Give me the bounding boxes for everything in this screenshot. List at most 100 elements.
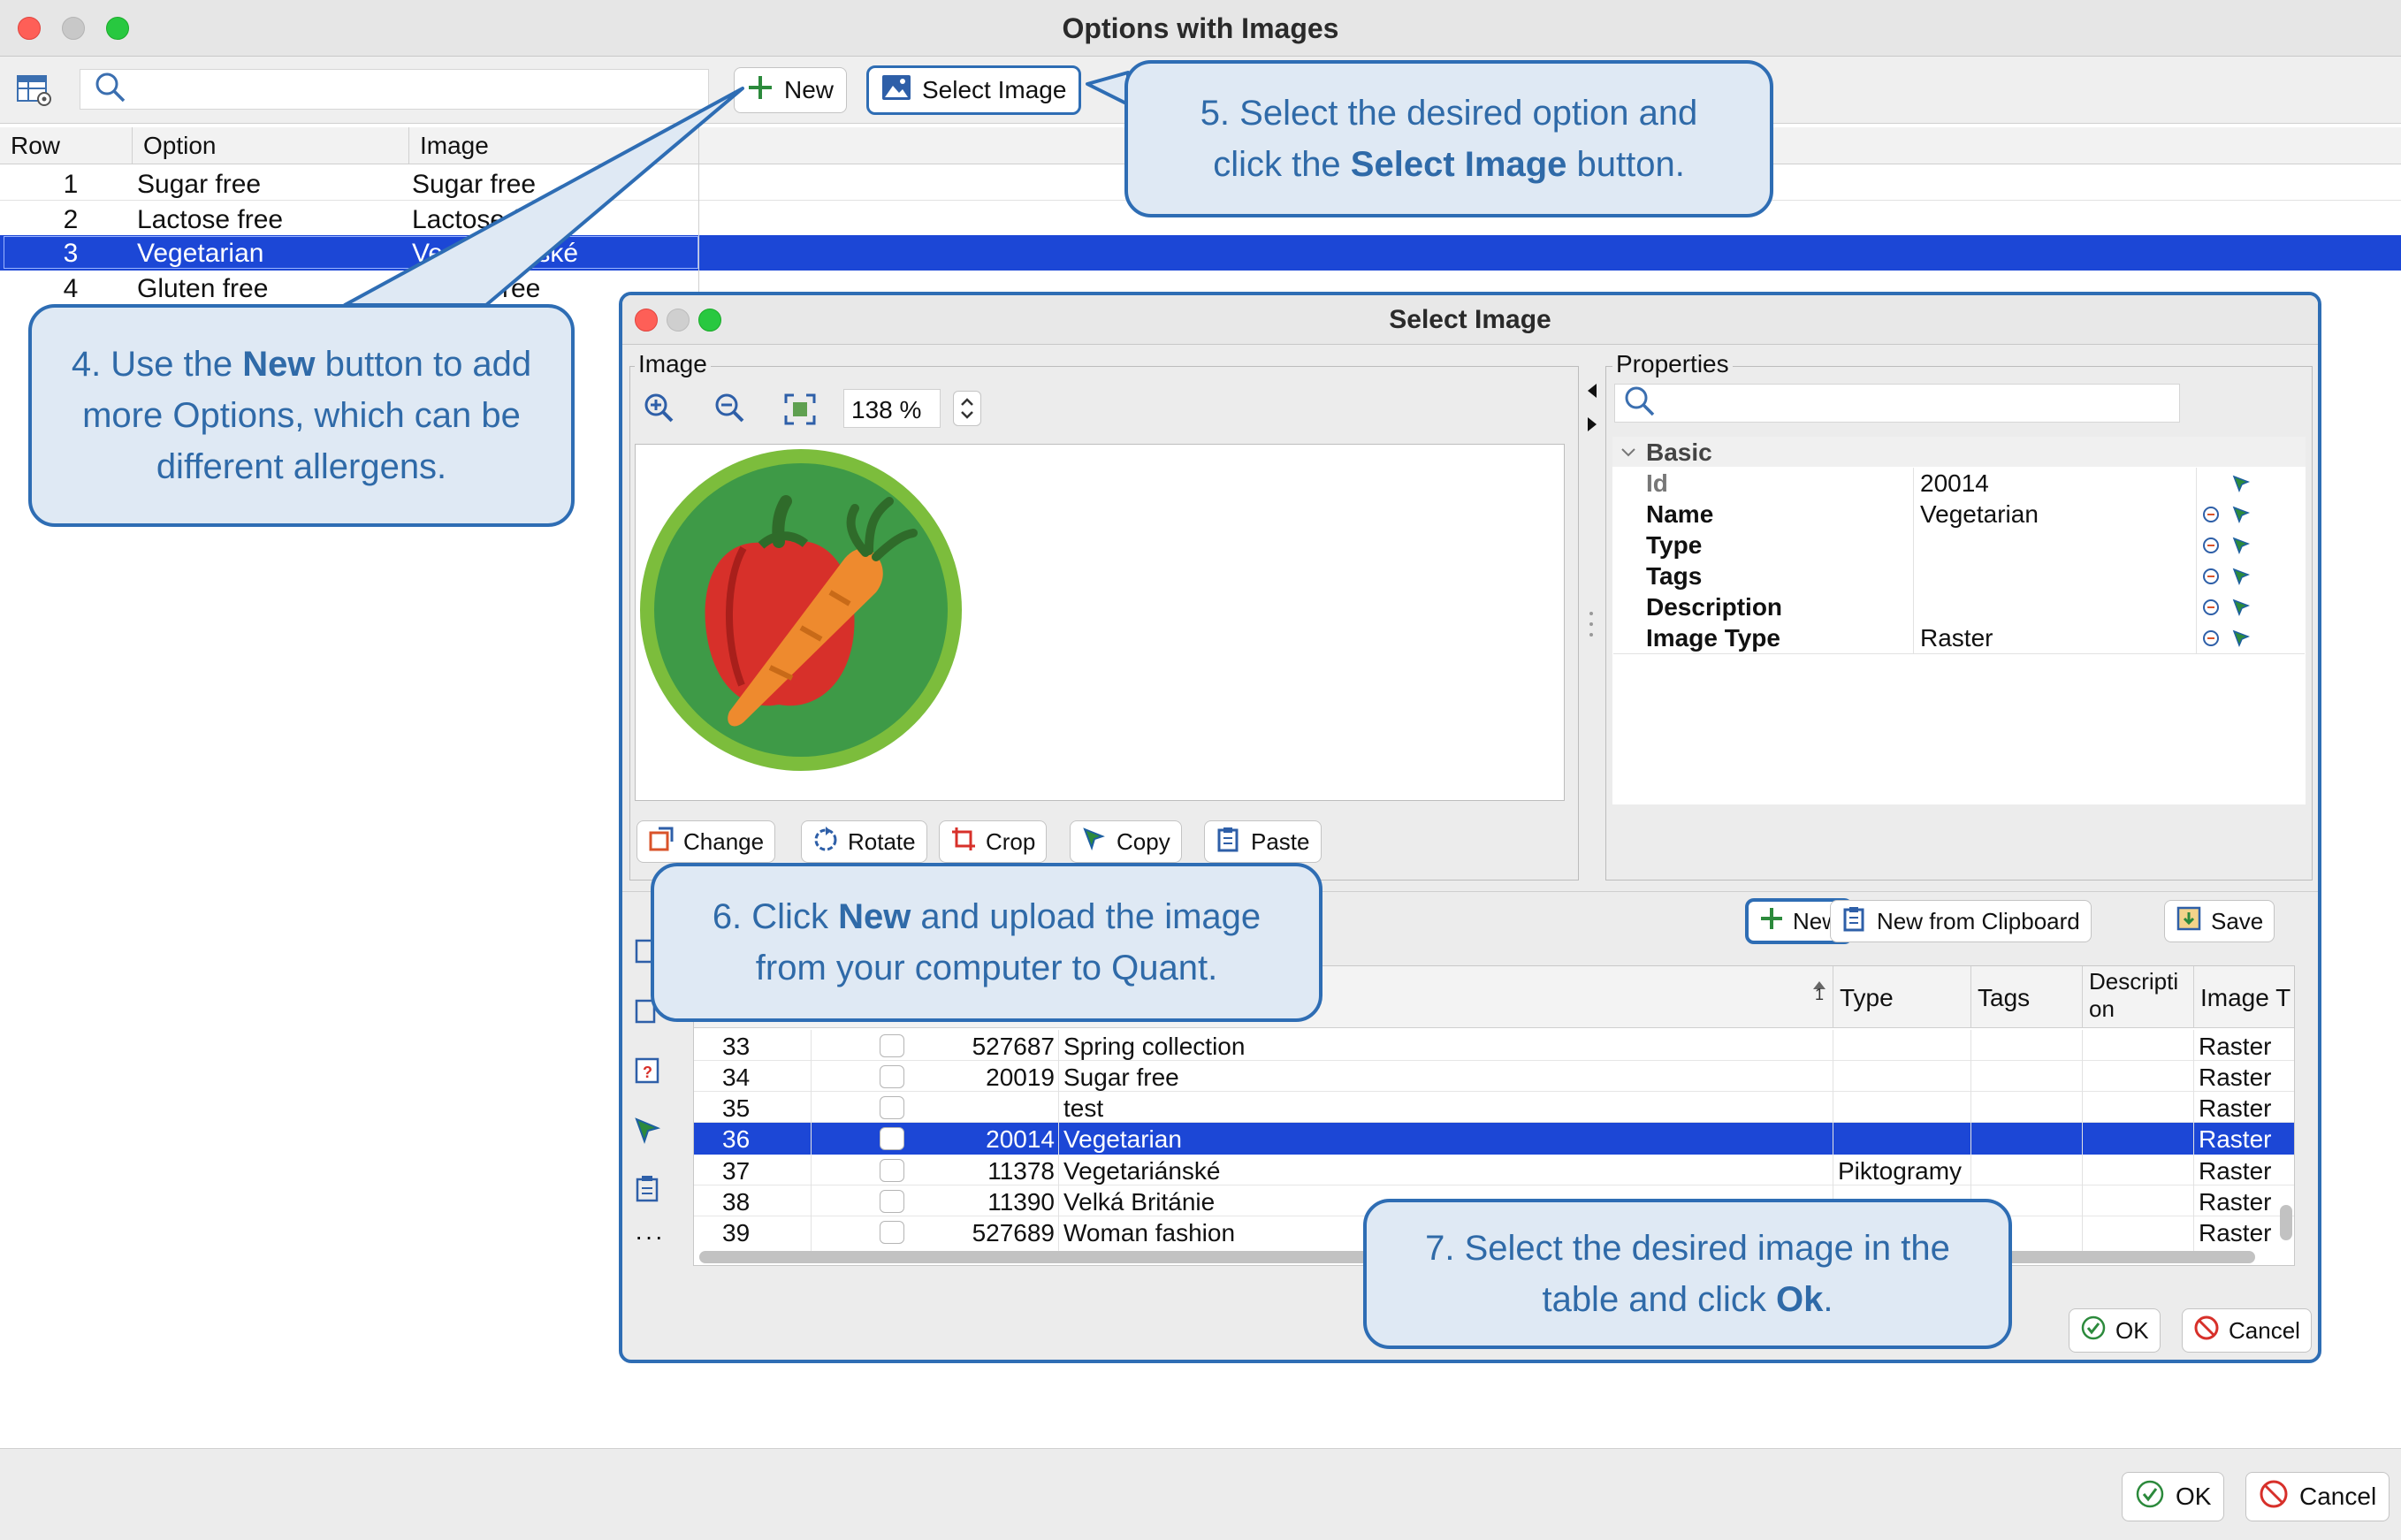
property-key: Id (1646, 469, 1668, 497)
image-name: Woman fashion (1063, 1219, 1236, 1246)
property-key: Description (1646, 593, 1783, 621)
row-checkbox[interactable] (880, 1221, 904, 1244)
help-document-icon[interactable]: ? (633, 1056, 663, 1090)
property-divider (1613, 653, 2305, 654)
zoom-in-icon[interactable] (642, 391, 677, 426)
cursor-icon[interactable] (633, 1116, 663, 1150)
image-name: Vegetariánské (1063, 1157, 1221, 1185)
cursor-icon[interactable] (2231, 567, 2251, 591)
dialog-ok-label: OK (2115, 1316, 2149, 1344)
row-checkbox[interactable] (880, 1159, 904, 1182)
table-row[interactable]: 37 11378 Vegetariánské Piktogramy Raster (694, 1155, 2294, 1185)
save-button[interactable]: Save (2164, 900, 2275, 942)
row-checkbox[interactable] (880, 1096, 904, 1119)
row-number: 38 (722, 1188, 751, 1216)
dialog-cancel-button[interactable]: Cancel (2182, 1308, 2312, 1353)
cancel-button[interactable]: Cancel (2245, 1472, 2390, 1521)
image-format: Raster (2199, 1219, 2272, 1246)
property-group-label: Basic (1646, 438, 1712, 466)
paste-icon[interactable] (633, 1174, 663, 1208)
copy-cursor-icon (1081, 826, 1108, 858)
vertical-scrollbar[interactable] (2280, 1205, 2292, 1240)
zoom-out-icon[interactable] (713, 391, 748, 426)
save-label: Save (2211, 907, 2264, 934)
cursor-icon[interactable] (2231, 474, 2251, 498)
image-id: 20014 (986, 1125, 1055, 1153)
cursor-icon[interactable] (2231, 505, 2251, 529)
column-divider (1058, 1030, 1059, 1251)
check-icon (2080, 1315, 2107, 1347)
reset-icon[interactable] (2201, 567, 2221, 591)
cursor-icon[interactable] (2231, 536, 2251, 560)
property-group-basic[interactable]: Basic (1612, 437, 2306, 467)
row-number: 37 (722, 1157, 751, 1185)
property-divider (1913, 468, 1914, 653)
reset-icon[interactable] (2201, 505, 2221, 529)
row-checkbox[interactable] (880, 1190, 904, 1213)
cursor-icon[interactable] (2231, 598, 2251, 621)
header-divider (1970, 966, 1971, 1028)
image-panel-title: Image (635, 350, 711, 378)
change-image-button[interactable]: Change (636, 820, 776, 863)
col-header-tags[interactable]: Tags (1978, 984, 2030, 1012)
vegetarian-pictogram (640, 449, 962, 771)
image-preview (635, 444, 1565, 801)
callout-5-text-end: button. (1566, 145, 1685, 184)
table-row-selected[interactable]: 36 20014 Vegetarian Raster (694, 1123, 2294, 1155)
clipboard-icon (1841, 905, 1868, 938)
image-name: Sugar free (1063, 1064, 1179, 1091)
image-format: Raster (2199, 1188, 2272, 1216)
col-header-image-type[interactable]: Image T (2200, 984, 2290, 1012)
panel-splitter[interactable] (1579, 366, 1604, 881)
property-row-id[interactable]: Id 20014 (1612, 468, 2318, 499)
row-checkbox[interactable] (880, 1065, 904, 1088)
zoom-stepper[interactable] (953, 391, 981, 426)
reset-icon[interactable] (2201, 598, 2221, 621)
reset-icon[interactable] (2201, 629, 2221, 652)
image-id: 11390 (987, 1188, 1055, 1216)
rotate-image-button[interactable]: Rotate (801, 820, 927, 863)
dialog-cancel-label: Cancel (2229, 1316, 2300, 1344)
table-row[interactable]: 35 test Raster (694, 1092, 2294, 1123)
table-row[interactable]: 34 20019 Sugar free Raster (694, 1061, 2294, 1092)
row-number: 36 (722, 1125, 751, 1153)
callout-5-bold: Select Image (1350, 145, 1567, 184)
paste-image-button[interactable]: Paste (1204, 820, 1322, 863)
callout-7-bold: Ok (1776, 1280, 1824, 1319)
header-divider (2193, 966, 2194, 1028)
zoom-level-field[interactable]: 138 % (843, 389, 941, 428)
property-divider (2196, 468, 2197, 653)
callout-7-text: 7. Select the desired image in the table… (1425, 1229, 1950, 1319)
callout-step-6: 6. Click New and upload the image from y… (651, 863, 1322, 1022)
crop-label: Crop (986, 827, 1036, 855)
row-checkbox[interactable] (880, 1127, 904, 1150)
cursor-icon[interactable] (2231, 629, 2251, 652)
save-icon (2176, 905, 2202, 938)
ok-label: OK (2176, 1483, 2212, 1510)
window-footer: OK Cancel (0, 1448, 2401, 1540)
ok-button[interactable]: OK (2122, 1472, 2225, 1521)
table-row[interactable]: 33 527687 Spring collection Raster (694, 1030, 2294, 1061)
crop-image-button[interactable]: Crop (939, 820, 1048, 863)
row-checkbox[interactable] (880, 1034, 904, 1057)
new-from-clipboard-button[interactable]: New from Clipboard (1830, 900, 2092, 942)
col-header-type[interactable]: Type (1840, 984, 1894, 1012)
row-number: 35 (722, 1094, 751, 1122)
dialog-ok-button[interactable]: OK (2069, 1308, 2161, 1353)
reset-icon[interactable] (2201, 536, 2221, 560)
image-name: Velká Británie (1063, 1188, 1216, 1216)
fit-to-window-icon[interactable] (783, 393, 817, 426)
properties-search-input[interactable] (1665, 389, 2160, 417)
row-number: 39 (722, 1219, 751, 1246)
callout-step-5: 5. Select the desired option and click t… (1124, 60, 1773, 217)
image-format: Raster (2199, 1157, 2272, 1185)
copy-image-button[interactable]: Copy (1070, 820, 1182, 863)
more-icon[interactable]: ··· (635, 1224, 665, 1249)
cancel-icon (2193, 1315, 2220, 1347)
properties-search-field[interactable] (1614, 384, 2180, 423)
dialog-title: Select Image (1389, 305, 1551, 334)
col-header-description[interactable]: Descripti on (2089, 968, 2188, 1023)
cancel-label: Cancel (2299, 1483, 2377, 1510)
callout-step-7: 7. Select the desired image in the table… (1363, 1199, 2012, 1349)
property-key: Type (1646, 531, 1703, 559)
